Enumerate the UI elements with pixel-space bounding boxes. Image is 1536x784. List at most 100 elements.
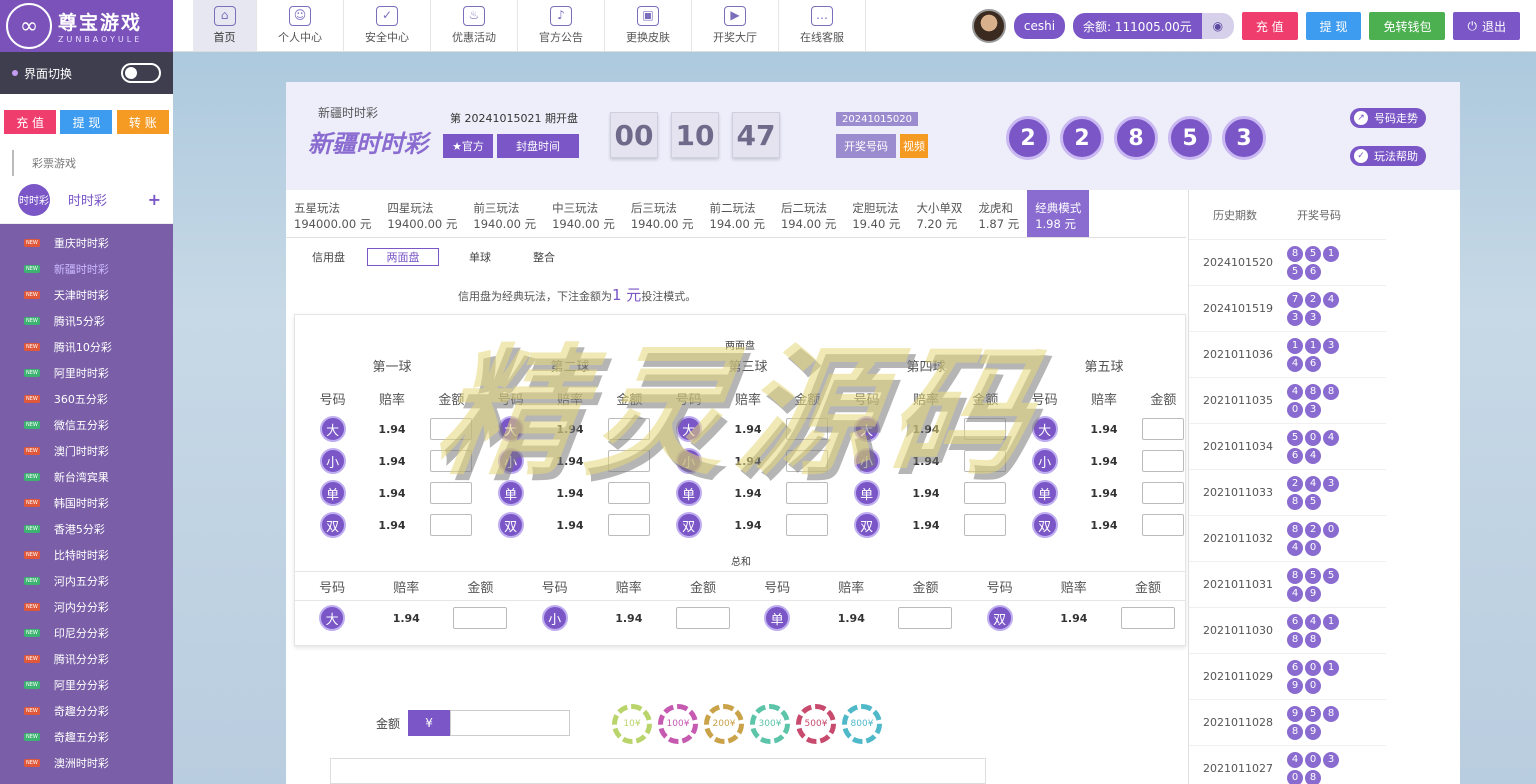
sidebar-item-game[interactable]: NEW 奇趣分分彩 [0,698,173,724]
tab-play-mode[interactable]: 前二玩法 194.00 元 [702,190,773,237]
sidebar-withdraw-button[interactable]: 提 现 [60,110,113,134]
sum-amount-input[interactable] [898,607,953,629]
sidebar-item-game[interactable]: NEW 新台湾宾果 [0,464,173,490]
tab-play-mode[interactable]: 四星玩法 19400.00 元 [379,190,465,237]
history-issue: 2021011034 [1203,440,1273,453]
trend-button[interactable]: ↗ 号码走势 [1350,108,1426,128]
amount-input[interactable] [964,514,1007,536]
sidebar-item-game[interactable]: NEW 阿里时时彩 [0,360,173,386]
sidebar-item-game[interactable]: NEW 阿里分分彩 [0,672,173,698]
tab-play-mode[interactable]: 大小单双 7.20 元 [908,190,970,237]
withdraw-button[interactable]: 提 现 [1305,12,1362,40]
sum-amount-input[interactable] [675,607,730,629]
option-ball[interactable]: 双 [319,512,346,538]
username-badge[interactable]: ceshi [1013,13,1066,39]
category-label: 彩票游戏 [12,150,173,176]
option-ball[interactable]: 单 [1031,480,1058,506]
sidebar-item-game[interactable]: NEW 微信五分彩 [0,412,173,438]
tab-play-mode[interactable]: 龙虎和 1.87 元 [970,190,1027,237]
nav-item-2[interactable]: ✓ 安全中心 [344,0,431,51]
sidebar-item-game[interactable]: NEW 重庆时时彩 [0,230,173,256]
help-button[interactable]: ✓ 玩法帮助 [1350,146,1426,166]
nav-item-4[interactable]: ♪ 官方公告 [518,0,605,51]
sidebar-item-game[interactable]: NEW 印尼分分彩 [0,620,173,646]
nav-item-7[interactable]: … 在线客服 [779,0,866,51]
tab-play-mode[interactable]: 定胆玩法 19.40 元 [844,190,908,237]
history-ball: 4 [1287,355,1303,372]
sidebar-item-game[interactable]: NEW 360五分彩 [0,386,173,412]
option-ball[interactable]: 双 [497,512,524,538]
nav-item-6[interactable]: ▶ 开奖大厅 [692,0,779,51]
sum-amount-input[interactable] [453,607,508,629]
sidebar-item-game[interactable]: NEW 比特时时彩 [0,542,173,568]
option-ball[interactable]: 双 [675,512,702,538]
avatar[interactable] [971,9,1006,43]
plus-icon[interactable]: + [148,190,161,209]
sidebar-item-game[interactable]: NEW 腾讯10分彩 [0,334,173,360]
chip-button[interactable]: 200¥ [704,704,744,744]
option-ball[interactable]: 双 [853,512,880,538]
sidebar-item-game[interactable]: NEW 河内五分彩 [0,568,173,594]
amount-input[interactable] [786,514,829,536]
image-icon: ▣ [637,6,659,26]
tab-play-mode[interactable]: 五星玩法 194000.00 元 [286,190,379,237]
option-ball[interactable]: 双 [1031,512,1058,538]
amount-input[interactable] [1142,482,1185,504]
tab-single-ball[interactable]: 单球 [469,249,491,265]
amount-input[interactable] [1142,514,1185,536]
chip-button[interactable]: 10¥ [612,704,652,744]
sum-option-ball[interactable]: 单 [764,605,791,631]
video-button[interactable]: 视频 [900,134,928,158]
recharge-button[interactable]: 充 值 [1241,12,1298,40]
nav-item-1[interactable]: ☺ 个人中心 [257,0,344,51]
sum-option-ball[interactable]: 大 [319,605,346,631]
option-ball[interactable]: 小 [319,448,346,474]
interface-toggle[interactable] [121,63,161,83]
sidebar-item-game[interactable]: NEW 腾讯5分彩 [0,308,173,334]
option-ball[interactable]: 小 [1031,448,1058,474]
draw-numbers-button[interactable]: 开奖号码 [836,134,896,158]
lottery-group-header[interactable]: 时时彩 时时彩 + [0,176,173,224]
sidebar-item-game[interactable]: NEW 香港5分彩 [0,516,173,542]
tab-play-mode[interactable]: 前三玩法 1940.00 元 [465,190,544,237]
eye-icon[interactable]: ◉ [1201,13,1234,39]
tab-play-mode[interactable]: 后三玩法 1940.00 元 [623,190,702,237]
sidebar-recharge-button[interactable]: 充 值 [4,110,57,134]
sum-option-ball[interactable]: 双 [986,605,1013,631]
sum-option-ball[interactable]: 小 [541,605,568,631]
sidebar-transfer-button[interactable]: 转 账 [116,110,169,134]
nav-item-3[interactable]: ♨ 优惠活动 [431,0,518,51]
sidebar-item-game[interactable]: NEW 澳门时时彩 [0,438,173,464]
chip-button[interactable]: 500¥ [796,704,836,744]
chip-button[interactable]: 800¥ [842,704,882,744]
sidebar-item-game[interactable]: NEW 河内分分彩 [0,594,173,620]
tab-play-mode[interactable]: 经典模式 1.98 元 [1027,190,1090,237]
amount-input[interactable] [430,514,473,536]
option-ball[interactable]: 单 [319,480,346,506]
nav-item-0[interactable]: ⌂ 首页 [193,0,257,51]
sum-amount-input[interactable] [1120,607,1175,629]
bet-amount-input[interactable] [450,710,571,736]
chip-button[interactable]: 300¥ [750,704,790,744]
nav-item-5[interactable]: ▣ 更换皮肤 [605,0,692,51]
option-ball[interactable]: 大 [319,416,346,442]
tab-play-mode[interactable]: 后二玩法 194.00 元 [773,190,844,237]
sidebar-item-game[interactable]: NEW 奇趣五分彩 [0,724,173,750]
amount-input[interactable] [1142,418,1185,440]
tab-combo[interactable]: 整合 [533,249,555,265]
close-time-button[interactable]: 封盘时间 [497,134,579,158]
logout-button[interactable]: ⏻ 退出 [1453,12,1520,40]
amount-input[interactable] [1142,450,1185,472]
tab-play-mode[interactable]: 中三玩法 1940.00 元 [544,190,623,237]
brand-logo[interactable]: ∞ 尊宝游戏 ZUNBAOYULE [0,0,173,52]
amount-input[interactable] [608,514,651,536]
sidebar-item-game[interactable]: NEW 澳洲时时彩 [0,750,173,776]
chip-button[interactable]: 100¥ [658,704,698,744]
sidebar-item-game[interactable]: NEW 韩国时时彩 [0,490,173,516]
free-wallet-button[interactable]: 免转钱包 [1369,12,1446,40]
tab-name: 前三玩法 [473,201,520,215]
sidebar-item-game[interactable]: NEW 新疆时时彩 [0,256,173,282]
sidebar-item-game[interactable]: NEW 腾讯分分彩 [0,646,173,672]
sidebar-item-game[interactable]: NEW 天津时时彩 [0,282,173,308]
tab-two-sides[interactable]: 两面盘 [367,248,439,266]
